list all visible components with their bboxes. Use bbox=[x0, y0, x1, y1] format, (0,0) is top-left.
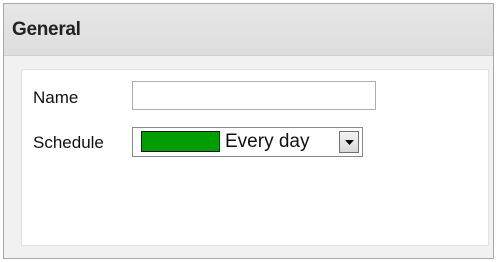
section-header: General bbox=[4, 4, 493, 56]
schedule-label: Schedule bbox=[33, 133, 104, 152]
chevron-down-icon bbox=[345, 140, 354, 145]
schedule-selected-value: Every day bbox=[225, 131, 310, 152]
general-panel: General Name Schedule Every day bbox=[3, 3, 494, 259]
schedule-color-swatch bbox=[141, 131, 220, 152]
name-input[interactable] bbox=[132, 81, 376, 110]
name-label: Name bbox=[33, 88, 79, 107]
form-area: Name Schedule Every day bbox=[21, 69, 489, 246]
section-title: General bbox=[12, 19, 81, 40]
dropdown-button[interactable] bbox=[339, 131, 359, 153]
schedule-dropdown[interactable]: Every day bbox=[132, 127, 363, 157]
